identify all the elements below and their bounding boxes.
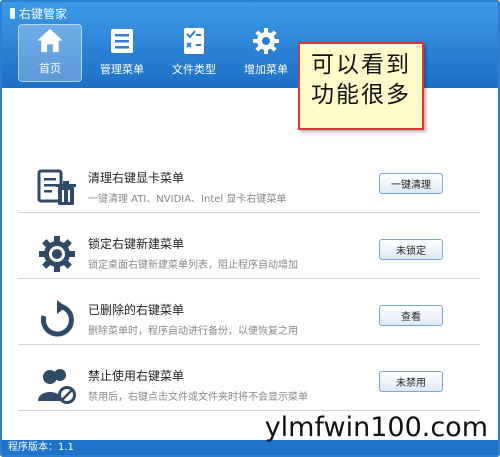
feature-desc: 删除菜单时，程序自动进行备份，以便恢复之用 bbox=[88, 326, 298, 337]
view-button[interactable]: 查看 bbox=[379, 305, 443, 326]
feature-title: 清理右键显卡菜单 bbox=[88, 171, 185, 185]
feature-item-deleted: 已删除的右键菜单 删除菜单时，程序自动进行备份，以便恢复之用 查看 bbox=[18, 279, 480, 345]
feature-item-lock: 锁定右键新建菜单 锁定桌面右键新建菜单列表，阻止程序自动增加 未锁定 bbox=[18, 213, 480, 279]
nav-add-menu-label: 增加菜单 bbox=[244, 63, 288, 76]
feature-desc: 禁用后，右键点击文件或文件夹时将不会显示菜单 bbox=[88, 392, 308, 403]
feature-desc: 锁定桌面右键新建菜单列表，阻止程序自动增加 bbox=[88, 260, 298, 271]
nav-manage-menu-label: 管理菜单 bbox=[100, 63, 144, 76]
nav-file-type[interactable]: 文件类型 bbox=[162, 24, 226, 82]
feature-list: 清理右键显卡菜单 一键清理 ATI、NVIDIA、Intel 显卡右键菜单 一键… bbox=[18, 147, 480, 411]
lock-toggle-button[interactable]: 未锁定 bbox=[379, 239, 443, 260]
callout-line-2: 功能很多 bbox=[311, 82, 411, 108]
watermark-text: ylmfwin100.com bbox=[264, 412, 488, 443]
nav-home[interactable]: 首页 bbox=[18, 24, 82, 82]
user-disable-icon bbox=[36, 365, 78, 407]
title-bar: 右键管家 bbox=[10, 5, 67, 22]
annotation-callout: 可以看到 功能很多 bbox=[298, 42, 424, 130]
feature-item-disable: 禁止使用右键菜单 禁用后，右键点击文件或文件夹时将不会显示菜单 未禁用 bbox=[18, 345, 480, 411]
restore-icon bbox=[36, 299, 78, 341]
app-logo-icon bbox=[10, 8, 15, 19]
nav-file-type-label: 文件类型 bbox=[172, 63, 216, 76]
nav-manage-menu[interactable]: 管理菜单 bbox=[90, 24, 154, 82]
clean-icon bbox=[36, 167, 78, 209]
nav-add-menu[interactable]: 增加菜单 bbox=[234, 24, 298, 82]
home-icon bbox=[37, 28, 63, 53]
feature-title: 已删除的右键菜单 bbox=[88, 303, 185, 317]
feature-item-clean: 清理右键显卡菜单 一键清理 ATI、NVIDIA、Intel 显卡右键菜单 一键… bbox=[18, 147, 480, 213]
lock-gear-icon bbox=[36, 233, 78, 275]
feature-desc: 一键清理 ATI、NVIDIA、Intel 显卡右键菜单 bbox=[88, 194, 287, 205]
main-nav: 首页 管理菜单 文件类型 增加菜单 bbox=[18, 24, 298, 82]
app-window: 右键管家 首页 管理菜单 文件类型 增加菜单 可以看到 功能很多 清理右键显卡菜… bbox=[0, 0, 500, 457]
menu-list-icon bbox=[111, 29, 133, 53]
feature-title: 禁止使用右键菜单 bbox=[88, 369, 185, 383]
nav-home-label: 首页 bbox=[39, 62, 61, 75]
version-label: 程序版本：1.1 bbox=[8, 442, 74, 453]
file-type-icon bbox=[184, 28, 204, 54]
disable-toggle-button[interactable]: 未禁用 bbox=[379, 371, 443, 392]
feature-title: 锁定右键新建菜单 bbox=[88, 237, 185, 251]
gear-icon bbox=[253, 28, 279, 54]
one-click-clean-button[interactable]: 一键清理 bbox=[379, 173, 443, 194]
callout-line-1: 可以看到 bbox=[311, 52, 411, 78]
app-title: 右键管家 bbox=[19, 7, 68, 21]
